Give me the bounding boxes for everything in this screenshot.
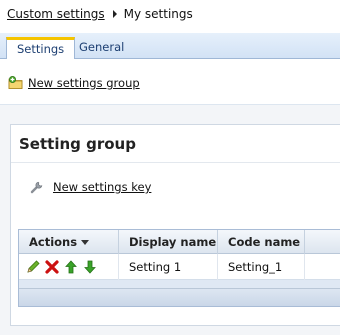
tab-general[interactable]: General [69, 37, 134, 59]
grid-header: Actions Display name Code name [19, 230, 340, 254]
breadcrumb-custom-settings-link[interactable]: Custom settings [7, 7, 105, 21]
column-header-empty [305, 230, 340, 254]
dropdown-arrow-icon[interactable] [81, 239, 90, 245]
move-down-icon[interactable] [82, 259, 98, 275]
new-settings-key-label: New settings key [53, 180, 152, 194]
column-header-actions-label: Actions [29, 235, 78, 249]
edit-icon[interactable] [25, 259, 41, 275]
breadcrumb: Custom settings My settings [7, 5, 193, 23]
toolbar: New settings group [0, 59, 340, 105]
cell-empty [305, 254, 340, 280]
breadcrumb-separator-icon [112, 10, 117, 18]
add-folder-icon [8, 75, 24, 91]
tab-strip: Settings General [0, 33, 340, 60]
column-header-actions[interactable]: Actions [19, 230, 119, 254]
panel-title: Setting group [19, 135, 136, 153]
cell-display-name: Setting 1 [119, 254, 218, 280]
row-actions [19, 254, 119, 280]
horizontal-scrollbar[interactable] [19, 288, 340, 306]
move-up-icon[interactable] [63, 259, 79, 275]
settings-grid: Actions Display name Code name Setting 1… [18, 229, 340, 307]
new-settings-group-label: New settings group [28, 76, 140, 90]
column-header-code-name[interactable]: Code name [218, 230, 305, 254]
panel-divider [11, 162, 340, 163]
cell-code-name: Setting_1 [218, 254, 305, 280]
new-settings-group-link[interactable]: New settings group [8, 75, 140, 91]
table-row: Setting 1 Setting_1 [19, 254, 340, 280]
breadcrumb-current: My settings [123, 7, 193, 21]
setting-group-panel: Setting group New settings key Actions D… [10, 124, 340, 326]
wrench-icon [29, 179, 45, 195]
column-header-display-name[interactable]: Display name [119, 230, 218, 254]
delete-icon[interactable] [44, 259, 60, 275]
tab-settings[interactable]: Settings [6, 37, 76, 60]
new-settings-key-link[interactable]: New settings key [29, 179, 151, 195]
